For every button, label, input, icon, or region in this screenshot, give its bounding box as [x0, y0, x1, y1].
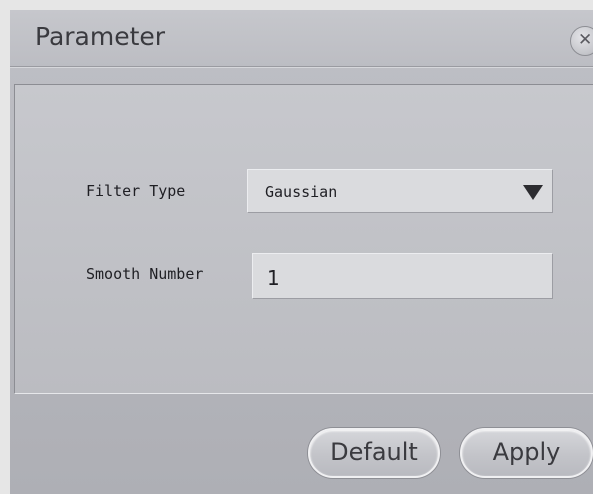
parameter-dialog: Parameter ✕ Filter Type Gaussian Smooth …: [10, 10, 593, 494]
smooth-number-label: Smooth Number: [86, 265, 204, 283]
filter-type-value: Gaussian: [265, 183, 338, 201]
dialog-titlebar: Parameter ✕: [10, 10, 593, 67]
smooth-number-input[interactable]: 1: [252, 253, 553, 299]
parameter-panel: Filter Type Gaussian Smooth Number 1: [14, 84, 593, 394]
filter-type-label: Filter Type: [86, 182, 186, 200]
apply-button[interactable]: Apply: [460, 428, 593, 478]
default-button[interactable]: Default: [308, 428, 440, 478]
filter-type-dropdown[interactable]: Gaussian: [247, 169, 553, 213]
close-icon[interactable]: ✕: [570, 26, 593, 56]
chevron-down-icon[interactable]: [523, 185, 543, 200]
dialog-title: Parameter: [35, 22, 166, 51]
